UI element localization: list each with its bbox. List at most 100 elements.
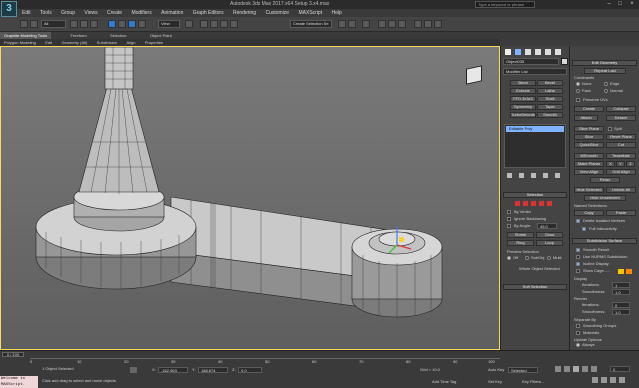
preserve-uvs-checkbox[interactable]: [576, 98, 580, 102]
unhide-all-button[interactable]: Unhide All: [606, 187, 636, 193]
hide-unselected-button[interactable]: Hide Unselected: [584, 195, 626, 201]
percent-snap-icon[interactable]: [220, 20, 228, 28]
utilities-tab-icon[interactable]: [555, 49, 561, 55]
edit-geometry-rollout-header[interactable]: Edit Geometry: [572, 60, 637, 66]
align-icon[interactable]: [348, 20, 356, 28]
maximize-icon[interactable]: □: [615, 1, 625, 8]
go-to-start-icon[interactable]: [555, 366, 561, 372]
app-logo-icon[interactable]: 3: [1, 1, 17, 17]
snap-icon[interactable]: [200, 20, 208, 28]
render-smoothness-spinner[interactable]: 1.0: [612, 309, 630, 315]
display-tab-icon[interactable]: [545, 49, 551, 55]
hierarchy-tab-icon[interactable]: [525, 49, 531, 55]
menu-edit[interactable]: Edit: [22, 9, 31, 17]
menu-animation[interactable]: Animation: [161, 9, 183, 17]
subtab-align[interactable]: Align: [123, 39, 140, 46]
smooth-button[interactable]: Smooth: [537, 112, 563, 118]
unlink-icon[interactable]: [80, 20, 88, 28]
time-slider-handle[interactable]: 0 / 100: [2, 352, 24, 357]
zoom-all-icon[interactable]: [601, 377, 607, 383]
set-key-label[interactable]: Set Key: [488, 379, 502, 384]
bend-button[interactable]: Bend: [510, 80, 536, 86]
planar-y-button[interactable]: Y: [616, 161, 625, 167]
pin-stack-icon[interactable]: [507, 173, 512, 178]
menu-customize[interactable]: Customize: [265, 9, 289, 17]
constraint-face-radio[interactable]: [576, 89, 580, 93]
selection-filter-dropdown[interactable]: All: [41, 20, 66, 28]
msmooth-button[interactable]: MSmooth: [574, 153, 604, 159]
remove-modifier-icon[interactable]: [543, 173, 548, 178]
link-icon[interactable]: [70, 20, 78, 28]
collapse-button[interactable]: Collapse: [606, 106, 636, 112]
quickslice-button[interactable]: QuickSlice: [574, 142, 604, 148]
isoline-display-checkbox[interactable]: [576, 262, 580, 266]
select-by-name-icon[interactable]: [118, 20, 126, 28]
by-angle-spinner[interactable]: 45.0: [537, 223, 557, 229]
use-nurms-checkbox[interactable]: [576, 255, 580, 259]
subtab-edit[interactable]: Edit: [41, 39, 56, 46]
subtab-geometry-all[interactable]: Geometry (All): [58, 39, 92, 46]
pivot-center-icon[interactable]: [185, 20, 193, 28]
grid-align-button[interactable]: Grid Align: [606, 169, 636, 175]
close-icon[interactable]: ×: [627, 1, 637, 8]
lathe-button[interactable]: Lathe: [537, 88, 563, 94]
edge-mode-icon[interactable]: [523, 201, 528, 206]
tab-graphite-modeling-tools[interactable]: Graphite Modeling Tools: [0, 32, 52, 39]
hide-selected-button[interactable]: Hide Selected: [574, 187, 604, 193]
show-cage-checkbox[interactable]: [576, 269, 580, 273]
current-frame-field[interactable]: 0: [610, 366, 630, 372]
material-editor-icon[interactable]: [398, 20, 406, 28]
time-slider[interactable]: 0 / 100 0 10 20 30 40 50 60 70 80 90 100: [0, 350, 639, 364]
preview-multi-radio[interactable]: [547, 256, 551, 260]
subtab-properties[interactable]: Properties: [141, 39, 167, 46]
paste-button[interactable]: Paste: [606, 210, 636, 216]
angle-snap-icon[interactable]: [210, 20, 218, 28]
spinner-snap-icon[interactable]: [230, 20, 238, 28]
configure-sets-icon[interactable]: [555, 173, 560, 178]
tessellate-button[interactable]: Tessellate: [606, 153, 636, 159]
tab-freeform[interactable]: Freeform: [66, 32, 90, 39]
by-vertex-checkbox[interactable]: [507, 210, 511, 214]
menu-graph-editors[interactable]: Graph Editors: [193, 9, 224, 17]
by-angle-checkbox[interactable]: [507, 224, 511, 228]
lock-selection-icon[interactable]: [130, 367, 137, 373]
maxscript-listener[interactable]: Welcome to MAXScript.: [0, 376, 38, 388]
cage-color-swatch[interactable]: [618, 269, 624, 274]
shell-button[interactable]: Shell: [537, 96, 563, 102]
menu-group[interactable]: Group: [61, 9, 75, 17]
go-to-end-icon[interactable]: [591, 366, 597, 372]
undo-icon[interactable]: [20, 20, 28, 28]
select-rotate-icon[interactable]: [138, 20, 146, 28]
show-end-result-icon[interactable]: [519, 173, 524, 178]
modifier-stack[interactable]: Editable Poly: [504, 124, 566, 168]
bind-space-warp-icon[interactable]: [90, 20, 98, 28]
preview-subobj-radio[interactable]: [525, 256, 529, 260]
add-time-tag[interactable]: Add Time Tag: [432, 379, 456, 384]
border-mode-icon[interactable]: [531, 201, 536, 206]
select-object-icon[interactable]: [108, 20, 116, 28]
render-setup-icon[interactable]: [414, 20, 422, 28]
slice-plane-button[interactable]: Slice Plane: [574, 126, 604, 132]
key-selection-dropdown[interactable]: Selected: [508, 367, 538, 373]
polygon-mode-icon[interactable]: [539, 201, 544, 206]
stack-item-editable-poly[interactable]: Editable Poly: [506, 126, 564, 132]
copy-button[interactable]: Copy: [574, 210, 604, 216]
delete-isolated-checkbox[interactable]: [576, 219, 580, 223]
slice-button[interactable]: Slice: [574, 134, 604, 140]
view-align-button[interactable]: View Align: [574, 169, 604, 175]
play-icon[interactable]: [573, 366, 579, 372]
curve-editor-icon[interactable]: [378, 20, 386, 28]
ring-button[interactable]: Ring: [507, 240, 534, 246]
soft-selection-rollout-header[interactable]: Soft Selection: [503, 284, 567, 290]
symmetry-button[interactable]: Symmetry: [510, 104, 536, 110]
search-input[interactable]: Type a keyword or phrase: [475, 1, 535, 8]
auto-key-label[interactable]: Auto Key: [488, 367, 504, 372]
menu-rendering[interactable]: Rendering: [233, 9, 256, 17]
menu-create[interactable]: Create: [107, 9, 122, 17]
split-checkbox[interactable]: [608, 127, 612, 131]
named-selection-dropdown[interactable]: Create Selection Se: [290, 20, 332, 28]
z-coordinate-field[interactable]: 0.0: [238, 367, 262, 373]
previous-frame-icon[interactable]: [564, 366, 570, 372]
tab-object-paint[interactable]: Object Paint: [146, 32, 176, 39]
key-filters-button[interactable]: Key Filters...: [522, 379, 544, 384]
